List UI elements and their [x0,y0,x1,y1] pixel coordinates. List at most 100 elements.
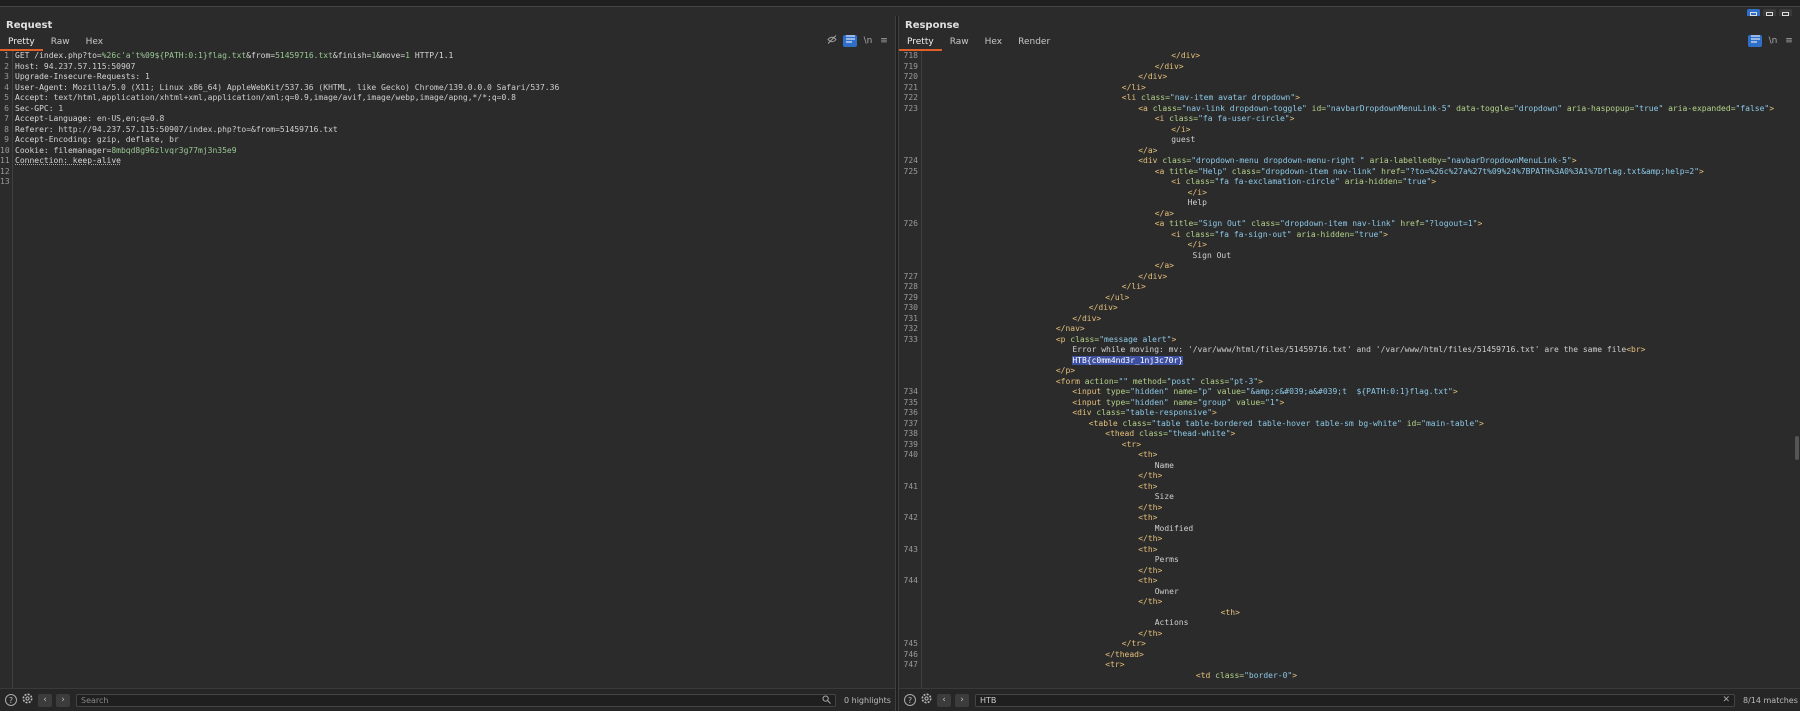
response-editor[interactable]: 718 </div> 719 </div> 720 </div> 721 </li> 722 <l… [899,51,1800,689]
code-line: </i> [899,188,1800,199]
code-token: </th> [1138,471,1163,480]
code-token: aria-haspopup= [1566,103,1635,113]
code-token: <thead [1105,429,1139,438]
code-line: 737 <table class="table table-bordered ta… [899,419,1800,430]
code-token: > [1431,177,1437,186]
matches-count: 8/14 matches [1743,695,1798,705]
help-icon[interactable]: ? [904,694,916,706]
line-number: 738 [903,429,918,438]
back-arrow-icon[interactable]: ‹ [38,693,52,707]
code-token: > [1289,114,1295,123]
line-text: HTB{c0mm4nd3r_1nj3c70r} [1072,355,1184,367]
code-token: title= [1169,166,1199,176]
code-line: 4 User-Agent: Mozilla/5.0 (X11; Linux x86… [0,83,895,94]
line-text: Connection: keep-alive [15,156,121,167]
clear-icon[interactable]: ✕ [1722,695,1730,706]
code-token: </i> [1187,240,1207,249]
menu-icon[interactable]: ≡ [879,35,889,47]
code-token: <i [1154,114,1170,123]
code-token: </th> [1138,502,1163,512]
line-text: Accept-Language: en-US,en;q=0.8 [15,114,164,125]
response-search-input[interactable] [980,695,1730,705]
code-line: 11 Connection: keep-alive [0,156,895,167]
code-token: name= [1173,387,1198,396]
code-token: Name [1154,460,1174,470]
code-token: href= [1400,219,1425,228]
tab-raw[interactable]: Raw [43,36,78,49]
back-arrow-icon[interactable]: ‹ [937,693,951,707]
code-line: </th> [899,597,1800,608]
line-number: 724 [903,156,918,165]
line-number: 721 [903,82,918,92]
code-line: 741 <th> [899,482,1800,493]
code-token: class= [1122,418,1152,428]
wrap-icon[interactable] [843,35,857,47]
request-pane: Request Pretty Raw Hex \n ≡ 1 GET /index.ph… [0,16,895,711]
gear-icon[interactable] [920,692,933,708]
code-token: <a [1138,103,1153,113]
code-token: <tr> [1105,660,1125,669]
code-line: 730 </div> [899,303,1800,314]
code-token: value= [1236,397,1266,407]
tab-hex[interactable]: Hex [977,36,1010,49]
search-icon[interactable] [822,695,831,708]
line-number: 728 [903,282,918,291]
code-line: 1 GET /index.php?to=%26c'a't%09${PATH:0:1… [0,51,895,62]
line-number: 729 [903,292,918,302]
line-text: <tr> [1122,440,1141,451]
line-number: 723 [903,103,918,113]
code-token: Accept-Language: [15,114,97,123]
tab-raw[interactable]: Raw [942,36,977,49]
code-line: 745 </tr> [899,639,1800,650]
line-text: <i class="fa fa-sign-out" aria-hidden="t… [1171,230,1388,241]
newline-toggle-button[interactable]: \n [863,35,873,47]
code-token: </div> [1154,61,1184,71]
line-text: <th> [1138,482,1157,493]
code-line: 740 <th> [899,450,1800,461]
eye-off-icon[interactable] [827,35,837,47]
code-token: class= [1185,177,1215,186]
code-token: Connection: keep-alive [15,156,121,165]
code-line: 13 [0,177,895,188]
code-line: Modified [899,524,1800,535]
code-token: &from= [246,51,276,60]
line-number: 6 [4,103,9,113]
wrap-icon[interactable] [1748,35,1762,47]
code-token: Accept: [15,93,54,102]
code-line: 747 <tr> [899,660,1800,671]
code-token: "false" [1735,103,1770,113]
tab-pretty[interactable]: Pretty [899,36,942,51]
code-token: aria-labelledby= [1369,156,1447,165]
code-token: guest [1171,135,1196,144]
line-text: <p class="message alert"> [1056,335,1176,346]
code-token: > [1571,156,1577,165]
code-token: <p [1055,334,1071,344]
code-line: 739 <tr> [899,440,1800,451]
code-token: en-US,en;q=0.8 [96,114,165,123]
code-token: type= [1106,387,1131,396]
menu-icon[interactable]: ≡ [1784,35,1794,47]
code-token: </li> [1121,282,1146,291]
code-line: 718 </div> [899,51,1800,62]
code-token: "?logout=1" [1424,219,1478,228]
forward-arrow-icon[interactable]: › [56,693,70,707]
help-icon[interactable]: ? [5,694,17,706]
code-token: class= [1070,334,1100,344]
request-title: Request [6,20,53,31]
line-text: <li class="nav-item avatar dropdown"> [1122,93,1300,104]
tab-pretty[interactable]: Pretty [0,36,43,51]
code-line: 728 </li> [899,282,1800,293]
line-text: Cookie: filemanager=8mbqd8g96zlvqr3g77mj… [15,146,237,157]
newline-toggle-button[interactable]: \n [1768,35,1778,47]
gear-icon[interactable] [21,692,34,708]
forward-arrow-icon[interactable]: › [955,693,969,707]
line-number: 8 [4,124,9,134]
request-search-input[interactable] [81,695,831,705]
line-text: </i> [1171,125,1190,136]
tab-render[interactable]: Render [1010,36,1058,49]
request-editor[interactable]: 1 GET /index.php?to=%26c'a't%09${PATH:0:1… [0,51,895,689]
tab-hex[interactable]: Hex [78,36,111,49]
line-text: Upgrade-Insecure-Requests: 1 [15,72,150,83]
line-text: Owner [1155,587,1179,598]
line-number: 741 [903,481,918,491]
